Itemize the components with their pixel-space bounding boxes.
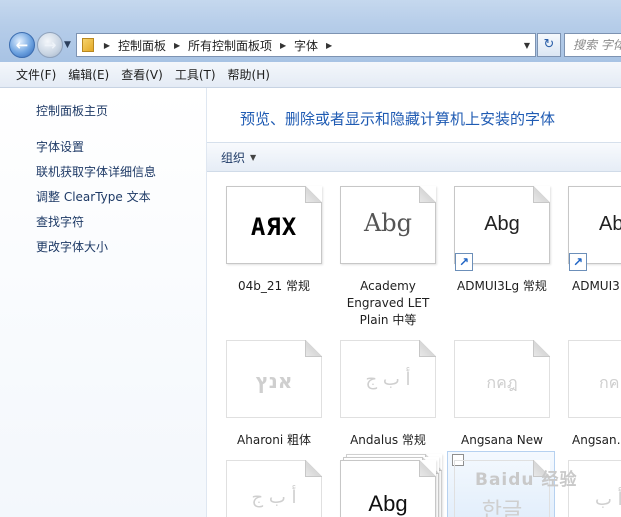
address-dropdown-icon[interactable]: ▼ [519,41,535,50]
font-name: 04b_21 常规 [238,279,310,293]
shortcut-arrow-icon: ↗ [569,253,587,271]
arrow-left-icon: ← [15,36,29,54]
font-sample: أ ب ج [251,487,297,508]
font-sample: אנץ [255,369,293,393]
chevron-down-icon[interactable]: ▼ [250,153,256,162]
font-file-icon: AЯX [226,186,322,264]
get-font-info-online-link[interactable]: 联机获取字体详细信息 [36,163,156,180]
font-file-icon: אנץ [226,340,322,418]
font-sample: Abg [363,209,413,237]
control-panel-icon [77,34,99,56]
refresh-button[interactable]: ↻ [537,33,561,57]
recent-pages-dropdown[interactable]: ▼ [64,40,71,50]
back-button[interactable]: ← [9,32,35,58]
font-sample: AЯX [250,213,298,241]
command-bar: 组织 ▼ [207,142,621,172]
menu-edit[interactable]: 编辑(E) [62,66,115,83]
menu-view[interactable]: 查看(V) [115,66,169,83]
breadcrumb-arrow-icon[interactable]: ▶ [321,41,337,50]
menu-tools[interactable]: 工具(T) [169,66,222,83]
breadcrumb-all-items[interactable]: 所有控制面板项 [185,37,275,54]
font-sample: 한글 [481,499,523,517]
change-font-size-link[interactable]: 更改字体大小 [36,238,108,255]
title-bar: ← → ▼ ▶ 控制面板 ▶ 所有控制面板项 ▶ 字体 ▶ ▼ ↻ 搜索 字体 [0,0,621,62]
font-name: Academy Engraved LET Plain 中等 [346,279,430,327]
breadcrumb-arrow-icon[interactable]: ▶ [275,41,291,50]
adjust-cleartype-link[interactable]: 调整 ClearType 文本 [36,188,151,205]
font-file-icon: Abg ↗ [454,186,550,271]
font-sample: Abg [368,491,408,516]
font-sample: กค [599,373,620,392]
find-character-link[interactable]: 查找字符 [36,213,84,230]
page-title: 预览、删除或者显示和隐藏计算机上安装的字体 [240,110,556,128]
font-file-icon: กค [568,340,621,418]
forward-button[interactable]: → [37,32,63,58]
font-file-icon: กคฎ [454,340,550,418]
menu-help[interactable]: 帮助(H) [222,66,276,83]
font-sample: أ ب [595,489,621,510]
font-sample: Abg [484,213,520,235]
breadcrumb-fonts[interactable]: 字体 [291,37,321,54]
font-name: ADMUI3Lg 常规 [457,279,547,293]
refresh-icon: ↻ [543,37,555,52]
address-bar[interactable]: ▶ 控制面板 ▶ 所有控制面板项 ▶ 字体 ▶ ▼ [76,33,536,57]
font-sample: Ab [599,213,621,235]
baidu-watermark: Baidu 经验 [475,470,578,490]
font-name: ADMUI3…规 [572,279,621,293]
breadcrumb-arrow-icon[interactable]: ▶ [99,41,115,50]
menu-file[interactable]: 文件(F) [10,66,62,83]
shortcut-arrow-icon: ↗ [455,253,473,271]
font-name: Andalus 常规 [350,433,426,447]
font-name: Angsan… [572,433,621,447]
breadcrumb-control-panel[interactable]: 控制面板 [115,37,169,54]
control-panel-home-link[interactable]: 控制面板主页 [36,102,108,119]
font-file-icon: Abg [340,460,436,517]
font-file-icon: Abg [340,186,436,264]
font-file-icon: أ ب ج [340,340,436,418]
font-settings-link[interactable]: 字体设置 [36,138,84,155]
font-name: Angsana New [461,433,543,447]
font-file-icon: أ ب ج [226,460,322,517]
font-name: Aharoni 粗体 [237,433,311,447]
fonts-grid: AЯX 04b_21 常规 Abg Academy Engraved LET P… [207,173,621,517]
font-file-icon: Ab ↗ [568,186,621,271]
search-input[interactable]: 搜索 字体 [564,33,621,57]
font-sample: กคฎ [486,373,518,392]
arrow-right-icon: → [43,36,57,54]
task-pane: 控制面板主页 字体设置 联机获取字体详细信息 调整 ClearType 文本 查… [0,88,207,517]
font-sample: أ ب ج [365,369,411,390]
organize-button[interactable]: 组织 [221,149,245,166]
menu-bar: 文件(F) 编辑(E) 查看(V) 工具(T) 帮助(H) [0,62,621,88]
breadcrumb-arrow-icon[interactable]: ▶ [169,41,185,50]
